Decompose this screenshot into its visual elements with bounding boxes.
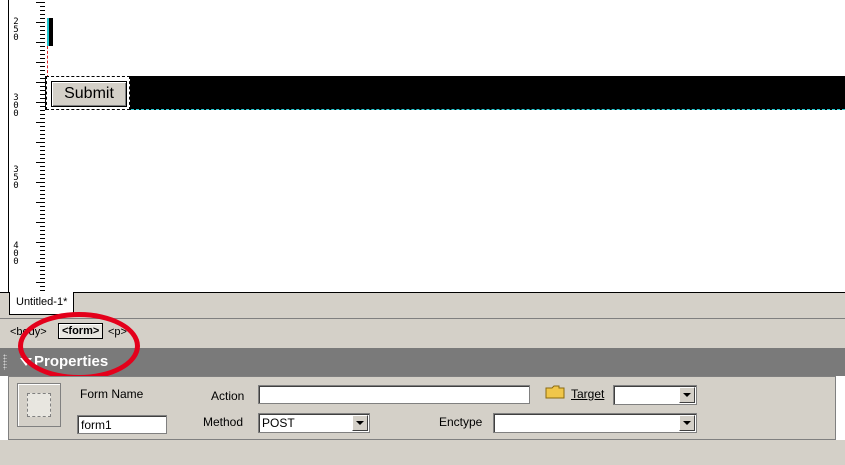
ruler-label-300: 3 0 0 bbox=[13, 93, 19, 119]
document-tab[interactable]: Untitled-1* bbox=[9, 292, 75, 315]
form-name-input[interactable] bbox=[77, 415, 167, 434]
ruler-tick bbox=[36, 162, 45, 163]
ruler-label-400: 4 0 0 bbox=[13, 241, 19, 267]
enctype-select[interactable] bbox=[493, 413, 697, 433]
form-icon bbox=[17, 383, 61, 427]
ruler-tick bbox=[36, 142, 45, 143]
method-label: Method bbox=[203, 415, 244, 429]
enctype-label: Enctype bbox=[439, 415, 483, 429]
properties-panel: Form Name Action Target Method POST Enct… bbox=[8, 376, 836, 440]
vertical-ruler: 2 5 0 3 0 0 3 5 0 4 0 0 bbox=[8, 0, 46, 292]
form-icon-frame bbox=[27, 393, 51, 417]
properties-header[interactable]: Properties bbox=[0, 348, 845, 376]
properties-title: Properties bbox=[34, 353, 109, 370]
target-label-text: Target bbox=[571, 387, 605, 401]
form-guide-line bbox=[47, 46, 48, 78]
method-select-value: POST bbox=[262, 416, 295, 430]
ruler-tick bbox=[36, 182, 45, 183]
insertion-cursor bbox=[47, 18, 53, 46]
ruler-tick bbox=[36, 282, 45, 283]
method-select[interactable]: POST bbox=[258, 413, 370, 433]
ruler-tick bbox=[36, 62, 45, 63]
panel-bottom-strip bbox=[0, 440, 845, 465]
browse-folder-icon[interactable] bbox=[545, 385, 565, 399]
target-label: Target bbox=[571, 387, 604, 401]
form-region[interactable] bbox=[45, 76, 845, 110]
tag-body[interactable]: <body> bbox=[10, 326, 47, 338]
panel-grip-icon[interactable] bbox=[3, 354, 7, 370]
ruler-tick bbox=[36, 262, 45, 263]
tag-form[interactable]: <form> bbox=[58, 323, 104, 339]
action-input[interactable] bbox=[258, 385, 530, 404]
method-dropdown-arrow-icon[interactable] bbox=[352, 415, 368, 431]
form-boundary-line bbox=[131, 109, 845, 110]
submit-button-selection[interactable]: Submit bbox=[46, 76, 130, 110]
ruler-tick bbox=[36, 122, 45, 123]
form-name-label: Form Name bbox=[80, 387, 144, 401]
ruler-tick bbox=[36, 102, 45, 103]
ruler-tick bbox=[36, 202, 45, 203]
submit-button[interactable]: Submit bbox=[51, 81, 127, 107]
expand-triangle-icon[interactable] bbox=[20, 358, 32, 366]
ruler-tick bbox=[36, 82, 45, 83]
tag-selector: <body> <form> <p> bbox=[0, 318, 845, 349]
tag-p[interactable]: <p> bbox=[108, 326, 127, 338]
ruler-label-350: 3 5 0 bbox=[13, 165, 19, 191]
target-dropdown-arrow-icon[interactable] bbox=[679, 387, 695, 403]
action-label: Action bbox=[211, 389, 245, 403]
ruler-tick bbox=[36, 42, 45, 43]
ruler-tick bbox=[36, 22, 45, 23]
ruler-label-250: 2 5 0 bbox=[13, 17, 19, 43]
document-tab-strip: Untitled-1* bbox=[0, 292, 845, 319]
design-canvas[interactable]: Submit bbox=[45, 0, 845, 292]
ruler-tick bbox=[36, 242, 45, 243]
ruler-tick bbox=[36, 2, 45, 3]
target-select[interactable] bbox=[613, 385, 697, 405]
enctype-dropdown-arrow-icon[interactable] bbox=[679, 415, 695, 431]
ruler-tick bbox=[36, 222, 45, 223]
